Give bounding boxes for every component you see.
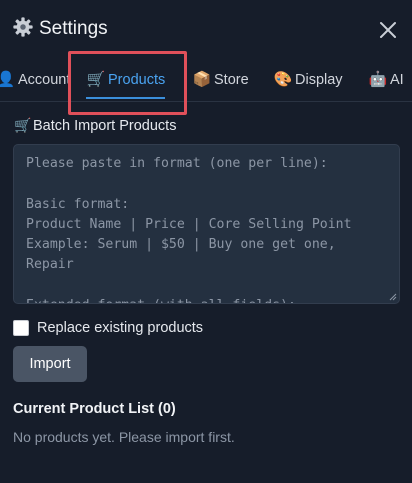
robot-icon: 🤖 <box>368 71 388 88</box>
empty-list-message: No products yet. Please import first. <box>13 429 235 445</box>
tab-display[interactable]: 🎨 Display <box>273 60 343 100</box>
product-list-title: Current Product List (0) <box>13 401 176 417</box>
settings-header: Settings <box>0 0 412 60</box>
tab-products[interactable]: 🛒 Products <box>86 60 166 100</box>
replace-existing-checkbox[interactable] <box>13 320 29 336</box>
replace-existing-option[interactable]: Replace existing products <box>13 319 203 337</box>
import-button[interactable]: Import <box>13 346 87 382</box>
palette-icon: 🎨 <box>273 71 293 88</box>
package-icon: 📦 <box>192 71 212 88</box>
settings-panel: Settings 👤Account 🛒Products 📦Store 🎨Disp… <box>0 0 412 483</box>
user-icon: 👤 <box>0 60 16 100</box>
tab-store[interactable]: 📦 Store <box>192 60 249 100</box>
replace-existing-label: Replace existing products <box>37 320 204 336</box>
tab-bar: 👤Account 🛒Products 📦Store 🎨Display 🤖AI <box>0 60 412 102</box>
gear-icon <box>13 17 33 37</box>
page-title: Settings <box>39 18 108 39</box>
batch-import-textarea[interactable]: Please paste in format (one per line): B… <box>13 144 400 304</box>
tab-ai[interactable]: 🤖 AI <box>368 60 404 100</box>
cart-icon: 🛒 <box>14 117 32 133</box>
tab-account[interactable]: 👤Account <box>0 60 70 100</box>
cart-icon: 🛒 <box>86 71 106 88</box>
active-tab-indicator <box>86 97 166 99</box>
resize-handle-icon[interactable] <box>389 293 397 301</box>
textarea-placeholder: Please paste in format (one per line): B… <box>26 156 352 303</box>
close-icon[interactable] <box>376 18 400 42</box>
batch-import-title: 🛒Batch Import Products <box>14 117 177 134</box>
